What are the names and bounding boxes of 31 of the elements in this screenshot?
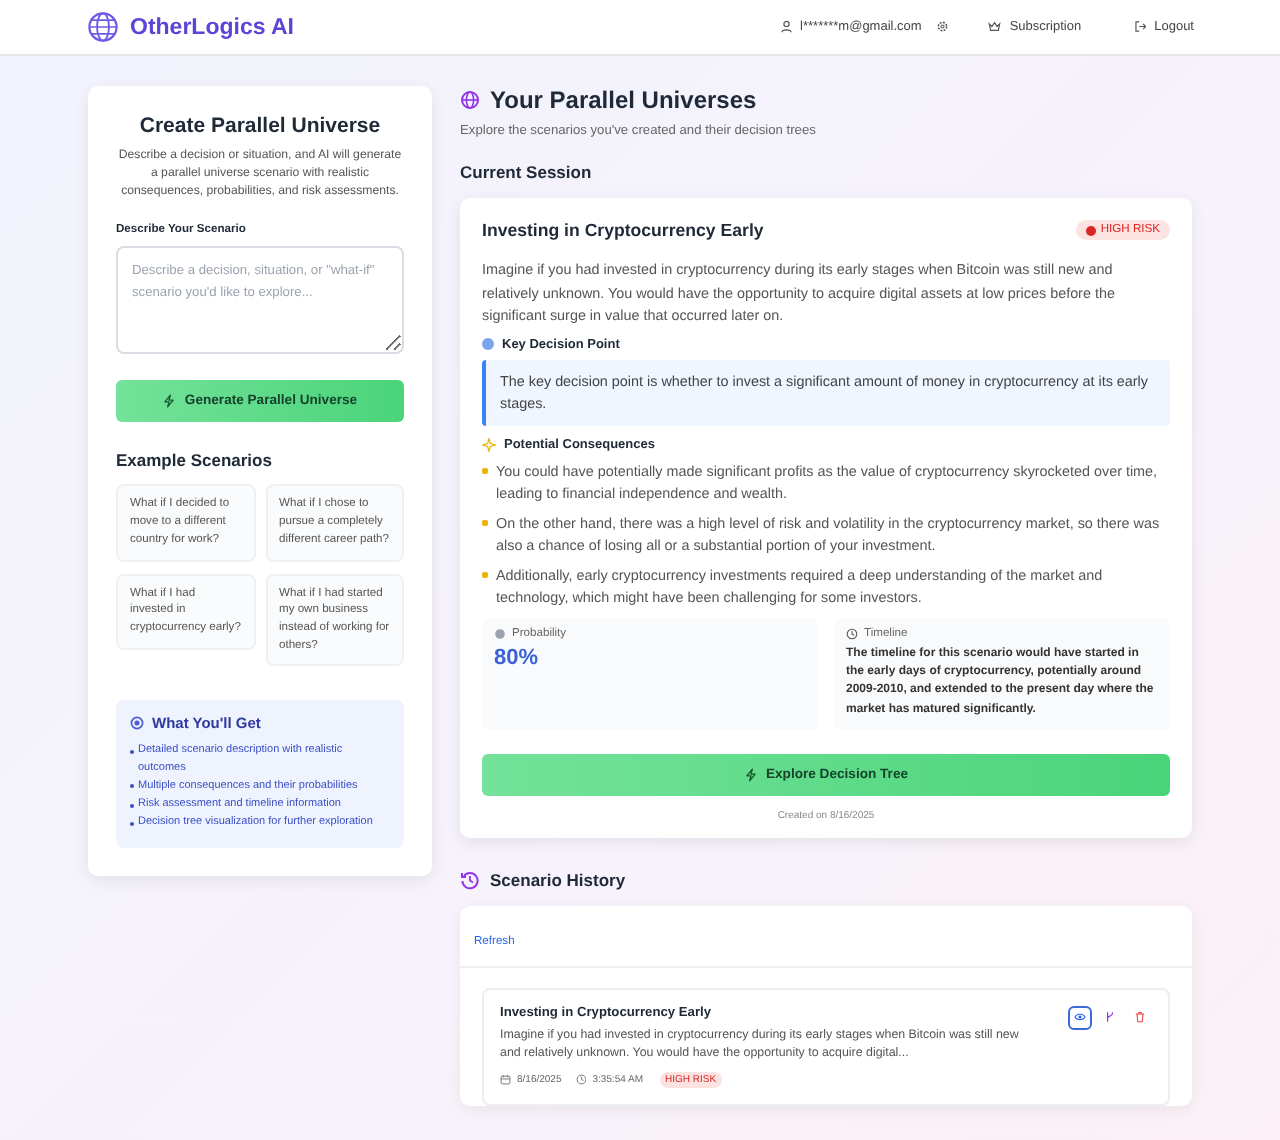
lightning-icon xyxy=(162,394,177,409)
sparkle-icon xyxy=(482,437,496,452)
history-icon xyxy=(460,869,480,890)
view-button[interactable] xyxy=(1068,1005,1092,1030)
bullet-icon xyxy=(482,467,488,474)
globe-logo-icon xyxy=(86,10,120,44)
dot-icon xyxy=(482,338,494,351)
panel-title: Create Parallel Universe xyxy=(137,114,383,138)
bullet-icon xyxy=(482,571,488,578)
probability-value: 80% xyxy=(494,645,541,670)
history-heading: Scenario History xyxy=(490,869,626,890)
globe-icon xyxy=(460,90,480,110)
calendar-icon xyxy=(500,1074,511,1086)
universes-title: Your Parallel Universes xyxy=(490,86,757,114)
branch-icon xyxy=(1104,1010,1116,1025)
target-icon xyxy=(130,716,144,731)
lightning-icon xyxy=(743,767,758,782)
brand-name: OtherLogics AI xyxy=(130,15,294,39)
crown-icon xyxy=(988,20,1002,34)
scenario-title: Investing in Cryptocurrency Early xyxy=(482,220,764,240)
session-heading: Current Session xyxy=(460,162,594,182)
eye-icon xyxy=(1074,1010,1086,1025)
user-icon xyxy=(779,20,793,34)
clock-icon xyxy=(846,627,858,640)
settings-icon[interactable] xyxy=(935,20,949,34)
trash-icon xyxy=(1134,1010,1146,1025)
bullet-icon xyxy=(482,519,488,526)
logout-icon xyxy=(1133,20,1147,34)
history-item[interactable] xyxy=(482,987,1170,1107)
clock-icon xyxy=(575,1074,587,1086)
examples-heading: Example Scenarios xyxy=(116,450,274,471)
